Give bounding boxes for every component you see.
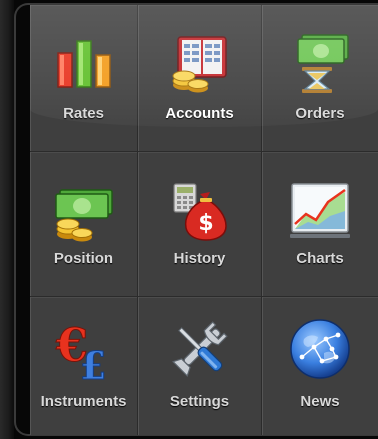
menu-item-news[interactable]: News <box>262 297 378 435</box>
bar-chart-icon <box>52 31 116 95</box>
line-chart-icon <box>288 178 352 242</box>
menu-item-orders[interactable]: Orders <box>262 5 378 152</box>
device-frame: Rates Accounts Orders Position $ History… <box>0 0 378 439</box>
svg-text:$: $ <box>198 211 213 236</box>
menu-item-label: Position <box>53 250 114 267</box>
menu-item-label: News <box>300 393 340 410</box>
menu-item-label: Orders <box>295 105 345 122</box>
menu-item-label: Settings <box>169 393 230 410</box>
menu-item-label: Rates <box>63 105 104 122</box>
money-coins-icon <box>52 178 116 242</box>
globe-icon <box>288 317 352 381</box>
menu-item-label: Accounts <box>165 105 234 122</box>
left-edge <box>0 0 14 439</box>
menu-item-position[interactable]: Position <box>30 152 138 297</box>
menu-item-charts[interactable]: Charts <box>262 152 378 297</box>
ledger-coins-icon <box>168 31 232 95</box>
money-bag-icon: $ <box>168 178 232 242</box>
menu-item-label: Charts <box>296 250 344 267</box>
tools-icon <box>168 317 232 381</box>
hourglass-money-icon <box>288 31 352 95</box>
menu-item-accounts[interactable]: Accounts <box>138 5 262 152</box>
currency-symbols-icon: € £ <box>52 317 116 382</box>
menu-item-settings[interactable]: Settings <box>138 297 262 435</box>
menu-item-history[interactable]: $ History <box>138 152 262 297</box>
menu-item-instruments[interactable]: € £ Instruments <box>30 297 138 435</box>
menu-item-label: Instruments <box>40 393 127 410</box>
svg-text:£: £ <box>80 343 106 381</box>
menu-grid: Rates Accounts Orders Position $ History… <box>30 5 378 435</box>
menu-item-label: History <box>173 250 226 267</box>
main-menu-panel: Rates Accounts Orders Position $ History… <box>30 5 378 435</box>
menu-item-rates[interactable]: Rates <box>30 5 138 152</box>
